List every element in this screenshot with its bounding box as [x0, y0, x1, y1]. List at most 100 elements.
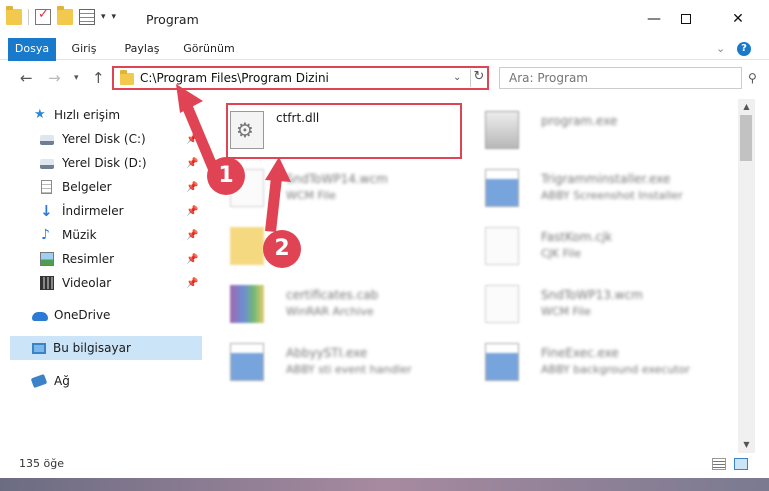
sidebar-item-documents[interactable]: Belgeler 📌 — [0, 175, 205, 199]
properties-check-icon[interactable] — [35, 7, 51, 25]
file-type: ABBY sti event handler — [286, 363, 412, 376]
file-type: WCM File — [286, 189, 336, 202]
documents-icon — [41, 180, 52, 194]
step-badge-1: 1 — [207, 157, 245, 195]
music-icon: ♪ — [41, 227, 50, 243]
file-name: Trigramminstaller.exe — [541, 172, 671, 186]
search-icon[interactable]: ⚲ — [748, 71, 757, 85]
chevron-down-icon[interactable]: ⌄ — [453, 72, 461, 83]
title-bar: ▾ ▾ Program — ✕ — [0, 0, 769, 38]
scroll-up-icon[interactable]: ▲ — [738, 99, 755, 115]
tab-share[interactable]: Paylaş — [116, 38, 168, 60]
maximize-icon — [681, 14, 691, 24]
file-name: FastKom.cjk — [541, 230, 613, 244]
highlight-box — [226, 103, 462, 159]
refresh-icon[interactable]: ↻ — [470, 69, 487, 87]
sidebar-item-label: Yerel Disk (C:) — [62, 132, 146, 146]
help-icon[interactable]: ? — [737, 42, 751, 56]
exe-file-icon — [485, 343, 519, 381]
pin-icon[interactable]: 📌 — [186, 254, 198, 265]
chevron-down-icon[interactable]: ▾ — [101, 12, 106, 22]
close-button[interactable]: ✕ — [715, 0, 761, 38]
sidebar-item-pictures[interactable]: Resimler 📌 — [0, 247, 205, 271]
scroll-thumb[interactable] — [740, 115, 752, 161]
computer-icon — [32, 342, 46, 354]
file-type: WCM File — [541, 305, 591, 318]
sidebar-item-downloads[interactable]: ↓ İndirmeler 📌 — [0, 199, 205, 223]
sidebar-item-network[interactable]: Ağ — [0, 369, 205, 393]
sidebar-item-quick-access[interactable]: ★ Hızlı erişim — [0, 103, 205, 127]
video-icon — [40, 276, 54, 290]
file-item[interactable]: certificates.cab WinRAR Archive — [214, 279, 459, 327]
window-title: Program — [146, 12, 199, 27]
file-item[interactable]: FastKom.cjk CJK File — [469, 221, 714, 269]
tab-home[interactable]: Giriş — [64, 38, 104, 60]
exe-file-icon — [485, 111, 519, 149]
sidebar-item-music[interactable]: ♪ Müzik 📌 — [0, 223, 205, 247]
item-count: 135 öğe — [19, 457, 64, 470]
explorer-window: ▾ ▾ Program — ✕ Dosya Giriş Paylaş Görün… — [0, 0, 769, 478]
pin-icon[interactable]: 📌 — [186, 206, 198, 217]
address-bar[interactable]: C:\Program Files\Program Dizini ⌄ ↻ — [112, 66, 489, 90]
file-item[interactable]: program.exe — [469, 105, 714, 153]
tab-view[interactable]: Görünüm — [178, 38, 240, 60]
vertical-scrollbar[interactable]: ▲ ▼ — [738, 99, 755, 453]
file-name: FineExec.exe — [541, 346, 619, 360]
exe-file-icon — [230, 343, 264, 381]
pin-icon[interactable]: 📌 — [186, 182, 198, 193]
folder-item[interactable] — [214, 221, 459, 269]
folder-icon — [6, 6, 22, 25]
download-icon: ↓ — [40, 202, 53, 220]
file-type: ABBY background executor — [541, 363, 690, 376]
maximize-button[interactable] — [663, 0, 709, 38]
sidebar-item-label: Resimler — [62, 252, 115, 266]
details-view-icon[interactable] — [712, 458, 726, 470]
sidebar-item-label: OneDrive — [54, 308, 111, 322]
disk-icon — [40, 159, 54, 169]
pin-icon[interactable]: 📌 — [186, 158, 198, 169]
sidebar-item-this-pc[interactable]: Bu bilgisayar — [10, 336, 202, 360]
sidebar-item-label: Ağ — [54, 374, 70, 388]
folder-icon — [230, 227, 264, 265]
sidebar-item-local-disk-c[interactable]: Yerel Disk (C:) 📌 — [0, 127, 205, 151]
pin-icon[interactable]: 📌 — [186, 278, 198, 289]
search-box[interactable] — [499, 67, 742, 89]
sidebar-item-local-disk-d[interactable]: Yerel Disk (D:) 📌 — [0, 151, 205, 175]
sidebar-item-videos[interactable]: Videolar 📌 — [0, 271, 205, 295]
back-arrow-icon[interactable]: ← — [20, 69, 33, 87]
file-item[interactable]: FineExec.exe ABBY background executor — [469, 337, 714, 385]
navigation-bar: ← → ▾ ↑ C:\Program Files\Program Dizini … — [0, 61, 769, 95]
new-folder-icon[interactable] — [57, 6, 73, 25]
file-type: ABBY Screenshot Installer — [541, 189, 683, 202]
archive-file-icon — [230, 285, 264, 323]
expand-ribbon-icon[interactable]: ⌄ — [716, 42, 725, 55]
file-name: SndToWP13.wcm — [541, 288, 643, 302]
network-icon — [30, 373, 48, 389]
pin-icon[interactable]: 📌 — [186, 134, 198, 145]
file-type: CJK File — [541, 247, 582, 260]
forward-arrow-icon[interactable]: → — [48, 69, 61, 87]
file-name: program.exe — [541, 114, 618, 128]
file-name: certificates.cab — [286, 288, 379, 302]
view-properties-icon[interactable] — [79, 9, 95, 25]
file-item[interactable]: Trigramminstaller.exe ABBY Screenshot In… — [469, 163, 714, 211]
file-icon — [485, 285, 519, 323]
step-badge-2: 2 — [263, 230, 301, 268]
large-icons-view-icon[interactable] — [734, 458, 748, 470]
desktop-background — [0, 478, 769, 491]
address-path[interactable]: C:\Program Files\Program Dizini — [140, 71, 329, 85]
pictures-icon — [40, 252, 54, 266]
file-item[interactable]: SndToWP13.wcm WCM File — [469, 279, 714, 327]
star-icon: ★ — [34, 107, 46, 122]
file-item[interactable]: AbbyySTI.exe ABBY sti event handler — [214, 337, 459, 385]
scroll-down-icon[interactable]: ▼ — [738, 437, 755, 453]
customize-toolbar-icon[interactable]: ▾ — [112, 12, 117, 22]
quick-access-toolbar: ▾ ▾ — [6, 6, 117, 25]
sidebar-item-label: İndirmeler — [62, 204, 124, 218]
pin-icon[interactable]: 📌 — [186, 230, 198, 241]
recent-locations-icon[interactable]: ▾ — [74, 73, 79, 83]
sidebar-item-onedrive[interactable]: OneDrive — [0, 303, 205, 327]
file-item[interactable]: SndToWP14.wcm WCM File — [214, 163, 459, 211]
search-input[interactable] — [500, 68, 741, 88]
up-arrow-icon[interactable]: ↑ — [92, 69, 105, 87]
